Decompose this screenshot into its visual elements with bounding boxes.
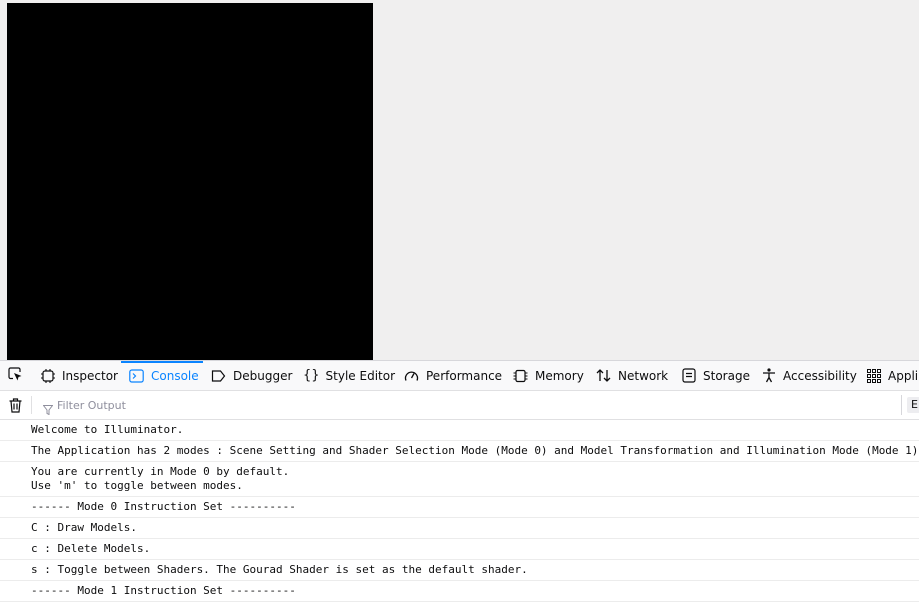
console-message: ------ Mode 0 Instruction Set ---------- [0, 497, 919, 518]
console-output: Welcome to Illuminator. The Application … [0, 420, 919, 602]
tab-accessibility[interactable]: Accessibility [762, 361, 859, 390]
tab-storage[interactable]: Storage [682, 361, 754, 390]
console-message: The Application has 2 modes : Scene Sett… [0, 441, 919, 462]
tab-inspector[interactable]: Inspector [41, 361, 121, 390]
style-editor-icon: {} [303, 368, 320, 383]
devtools-panel: Inspector Console Debugger {} Style Edit… [0, 360, 919, 604]
tab-console-label: Console [151, 368, 199, 383]
network-icon [596, 369, 611, 382]
trash-icon [9, 398, 22, 413]
tab-application[interactable]: Appli [867, 361, 919, 390]
tab-storage-label: Storage [703, 368, 750, 383]
filter-icon [42, 400, 54, 419]
debugger-icon [211, 369, 226, 382]
tab-network-label: Network [618, 368, 669, 383]
devtools-toolbar: Inspector Console Debugger {} Style Edit… [0, 361, 919, 391]
element-picker-icon [7, 366, 23, 386]
toolbar-divider [31, 396, 32, 414]
memory-icon [513, 369, 528, 382]
filter-output-input[interactable] [57, 397, 877, 413]
console-message: c : Delete Models. [0, 539, 919, 560]
tab-console[interactable]: Console [121, 361, 203, 390]
tab-debugger[interactable]: Debugger [211, 361, 296, 390]
storage-icon [682, 368, 696, 383]
tab-style-editor[interactable]: {} Style Editor [303, 361, 397, 390]
element-picker-button[interactable] [0, 361, 30, 390]
tab-performance[interactable]: Performance [404, 361, 504, 390]
webgl-canvas[interactable] [7, 3, 373, 360]
accessibility-icon [763, 368, 775, 383]
console-filter-bar: E [0, 391, 919, 420]
inspector-icon [41, 368, 55, 383]
tab-memory[interactable]: Memory [513, 361, 588, 390]
tab-performance-label: Performance [426, 368, 503, 383]
application-icon [867, 368, 881, 383]
performance-icon [404, 371, 419, 381]
persist-logs-button[interactable]: E [907, 397, 919, 413]
clear-console-button[interactable] [9, 398, 22, 417]
tab-network[interactable]: Network [596, 361, 674, 390]
filter-divider [901, 395, 902, 415]
tab-debugger-label: Debugger [233, 368, 293, 383]
console-message: s : Toggle between Shaders. The Gourad S… [0, 560, 919, 581]
console-message: ------ Mode 1 Instruction Set ---------- [0, 581, 919, 602]
console-message: You are currently in Mode 0 by default. … [0, 462, 919, 497]
tab-memory-label: Memory [535, 368, 584, 383]
tab-accessibility-label: Accessibility [783, 368, 857, 383]
tab-style-editor-label: Style Editor [325, 368, 396, 383]
tab-inspector-label: Inspector [62, 368, 118, 383]
console-icon [129, 368, 144, 383]
tab-application-label: Appli [888, 368, 919, 383]
console-message: C : Draw Models. [0, 518, 919, 539]
console-message: Welcome to Illuminator. [0, 420, 919, 441]
